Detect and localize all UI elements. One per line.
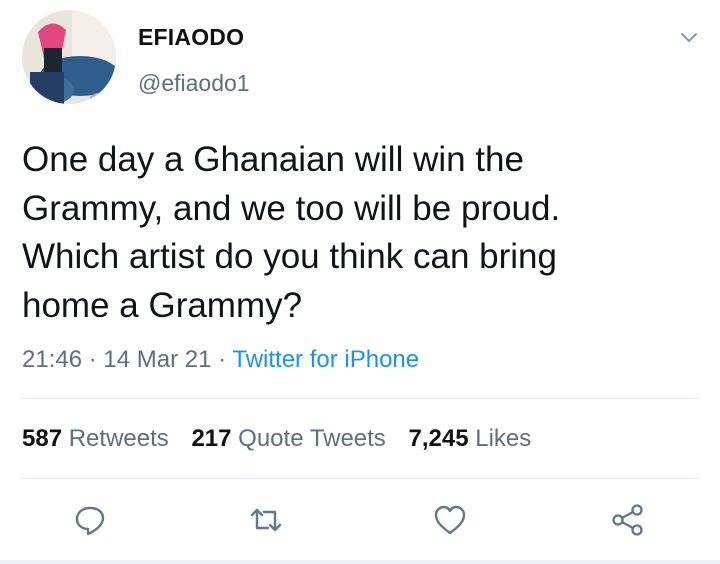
likes-count: 7,245 bbox=[408, 425, 469, 452]
share-button[interactable] bbox=[610, 502, 646, 538]
chevron-down-icon bbox=[681, 33, 697, 42]
retweets-label: Retweets bbox=[68, 425, 169, 452]
share-icon bbox=[612, 504, 643, 536]
tweet-text: One day a Ghanaian will win the Grammy, … bbox=[22, 136, 682, 330]
bottom-divider bbox=[0, 560, 720, 564]
retweet-button[interactable] bbox=[248, 502, 284, 538]
like-button[interactable] bbox=[432, 502, 468, 538]
likes-stat[interactable]: 7,245 Likes bbox=[408, 425, 531, 452]
quotes-stat[interactable]: 217 Quote Tweets bbox=[191, 425, 385, 452]
likes-label: Likes bbox=[475, 425, 532, 452]
tweet-text-line: Grammy, and we too will be proud. bbox=[22, 188, 561, 228]
meta-separator: · bbox=[218, 346, 227, 373]
heart-icon bbox=[434, 505, 466, 535]
divider bbox=[22, 478, 698, 479]
avatar-image bbox=[22, 10, 116, 104]
tweet-time[interactable]: 21:46 bbox=[22, 346, 82, 373]
retweets-count: 587 bbox=[22, 425, 63, 452]
tweet-text-line: One day a Ghanaian will win the bbox=[22, 140, 524, 179]
avatar[interactable] bbox=[22, 10, 116, 104]
tweet-text-line: Which artist do you think can bring bbox=[22, 237, 557, 276]
user-handle[interactable]: @efiaodo1 bbox=[138, 70, 250, 97]
display-name[interactable]: EFIAODO bbox=[138, 24, 244, 51]
tweet-text-line: home a Grammy? bbox=[22, 285, 303, 325]
reply-button[interactable] bbox=[72, 502, 108, 538]
divider bbox=[22, 398, 698, 399]
meta-separator: · bbox=[88, 346, 97, 373]
quotes-label: Quote Tweets bbox=[238, 425, 386, 452]
tweet-date[interactable]: 14 Mar 21 bbox=[103, 346, 211, 373]
more-options-button[interactable] bbox=[676, 24, 702, 50]
reply-icon bbox=[75, 506, 105, 536]
tweet-metadata: 21:46 · 14 Mar 21 · Twitter for iPhone bbox=[22, 346, 419, 374]
tweet-source-link[interactable]: Twitter for iPhone bbox=[232, 346, 419, 373]
retweets-stat[interactable]: 587 Retweets bbox=[22, 425, 169, 452]
retweet-icon bbox=[250, 508, 282, 532]
quotes-count: 217 bbox=[191, 425, 232, 452]
engagement-stats: 587 Retweets 217 Quote Tweets 7,245 Like… bbox=[22, 425, 547, 453]
